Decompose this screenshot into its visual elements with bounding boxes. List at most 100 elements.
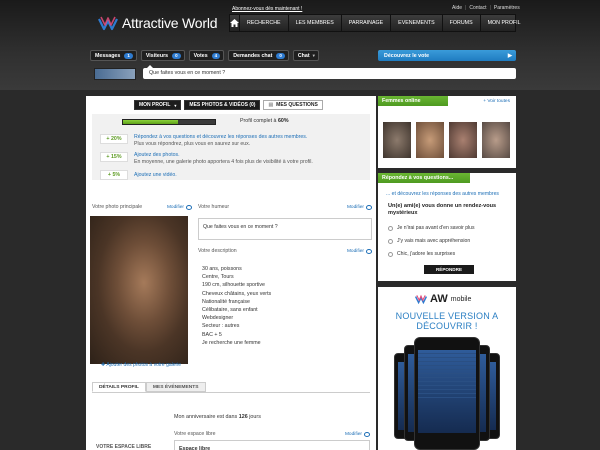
points-badge: + 15% (100, 152, 128, 162)
top-links: Aide | Contact | Paramètres (452, 5, 520, 11)
radio-button[interactable] (388, 238, 393, 244)
main-photo-heading: Votre photo principale (92, 204, 143, 210)
description-line: 190 cm, silhouette sportive (202, 282, 266, 289)
mood-section: Votre humeur Modifier Que faites vous en… (198, 204, 372, 254)
points-badge: + 5% (100, 170, 128, 180)
votes-counter[interactable]: Votes 4 (188, 50, 225, 61)
nav-members[interactable]: LES MEMBRES (289, 15, 342, 31)
tip-photos: Ajoutez des photos. En moyenne, une gale… (134, 152, 313, 165)
home-icon (230, 19, 239, 27)
description-list: 30 ans, poissons Centre, Tours 190 cm, s… (202, 265, 271, 347)
tip-link[interactable]: Ajoutez une vidéo. (134, 172, 177, 179)
question-panel: Répondez à vos questions... ... et décou… (378, 173, 516, 281)
refresh-icon (364, 431, 370, 437)
chat-button[interactable]: Chat ▾ (292, 50, 319, 61)
status-input[interactable]: Que faites vous en ce moment ? (143, 68, 516, 79)
description-line: Célibataire, sans enfant (202, 307, 258, 314)
nav-sponsorship[interactable]: PARRAINAGE (342, 15, 392, 31)
main-photo[interactable] (90, 216, 188, 364)
details-tabs: DÉTAILS PROFIL MES ÉVÉNEMENTS (92, 382, 206, 392)
mobile-ad-banner[interactable]: AW mobile NOUVELLE VERSION A DÉCOUVRIR ! (378, 287, 516, 450)
tip-link[interactable]: Répondez à vos questions et découvrez le… (134, 134, 307, 141)
logo-icon (415, 294, 427, 304)
description-line: Centre, Tours (202, 274, 234, 281)
completion-progress-fill (123, 120, 179, 124)
radio-button[interactable] (388, 251, 393, 257)
avatar[interactable] (94, 68, 136, 80)
refresh-icon (366, 248, 372, 254)
see-all-link[interactable]: + Voir toutes (483, 99, 510, 104)
description-line: Je recherche une femme (202, 339, 261, 346)
counter-bar: Messages 1 Visiteurs 0 Votes 4 Demandes cha… (90, 50, 319, 61)
nav-my-profile[interactable]: MON PROFIL (481, 15, 528, 31)
tab-my-questions[interactable]: ▤ MES QUESTIONS (263, 100, 323, 110)
member-thumbnail[interactable] (416, 122, 444, 158)
visitors-counter[interactable]: Visiteurs 0 (140, 50, 185, 61)
online-women-panel: Femmes online + Voir toutes (378, 96, 516, 168)
ad-headline: DÉCOUVRIR ! (416, 321, 478, 331)
mood-heading: Votre humeur (198, 204, 230, 210)
chevron-down-icon: ▾ (174, 102, 177, 108)
tab-my-events[interactable]: MES ÉVÉNEMENTS (145, 382, 206, 392)
birthday-info: Mon anniversaire est dans 126 jours (174, 414, 261, 420)
mood-text[interactable]: Que faites vous en ce moment ? (198, 218, 372, 240)
refresh-icon (366, 204, 372, 210)
description-heading: Votre description (198, 248, 237, 254)
reply-button[interactable]: RÉPONDRE (424, 265, 474, 274)
add-photos-link[interactable]: ✚ Ajouter des photos à votre galerie (101, 362, 181, 368)
tab-my-profile[interactable]: MON PROFIL ▾ (134, 100, 182, 110)
description-line: Nationalité française (202, 298, 250, 305)
chat-requests-counter[interactable]: Demandes chat 0 (228, 50, 289, 61)
free-space-label: VOTRE ESPACE LIBRE (96, 444, 152, 450)
nav-search[interactable]: RECHERCHE (240, 15, 289, 31)
member-thumbnail[interactable] (383, 122, 411, 158)
discover-vote-button[interactable]: Découvrez le vote ▶ (378, 50, 516, 61)
status-bar: Que faites vous en ce moment ? (90, 65, 516, 80)
nav-events[interactable]: EVENEMENTS (391, 15, 443, 31)
tip-sub: En moyenne, une galerie photo apportera … (134, 158, 313, 165)
description-line: Webdesigner (202, 315, 234, 322)
question-option[interactable]: Chic, j'adore les surprises (388, 251, 455, 257)
profile-panel: MON PROFIL ▾ MES PHOTOS & VIDÉOS (0) ▤ MES… (86, 96, 376, 450)
tip-video: Ajoutez une vidéo. (134, 172, 177, 179)
arrow-right-icon: ▶ (507, 52, 512, 59)
tab-photos-videos[interactable]: MES PHOTOS & VIDÉOS (0) (184, 100, 261, 110)
tip-questions: Répondez à vos questions et découvrez le… (134, 134, 307, 147)
brand-name: Attractive World (122, 15, 218, 31)
settings-link[interactable]: Paramètres (494, 5, 520, 11)
points-badge: + 20% (100, 134, 128, 144)
main-photo-section: Votre photo principale Modifier (92, 204, 192, 210)
question-text: Un(e) ami(e) vous donne un rendez-vous m… (388, 203, 497, 216)
logo-icon (98, 16, 118, 31)
modify-free-space-button[interactable]: Modifier (345, 431, 370, 437)
signup-link[interactable]: Abonnez-vous dès maintenant ! (232, 6, 302, 12)
home-button[interactable] (230, 15, 240, 31)
brand-logo[interactable]: Attractive World (98, 12, 218, 34)
tab-profile-details[interactable]: DÉTAILS PROFIL (92, 382, 146, 392)
help-link[interactable]: Aide (452, 5, 462, 11)
profile-tabs: MON PROFIL ▾ MES PHOTOS & VIDÉOS (0) ▤ MES… (134, 100, 323, 110)
main-nav: RECHERCHE LES MEMBRES PARRAINAGE EVENEME… (229, 14, 521, 32)
ad-headline: NOUVELLE VERSION A (395, 311, 499, 321)
radio-button[interactable] (388, 225, 393, 231)
modify-mood-button[interactable]: Modifier (347, 204, 372, 210)
member-thumbnail[interactable] (482, 122, 510, 158)
question-option[interactable]: Je n'irai pas avant d'en savoir plus (388, 225, 475, 231)
question-subheading: ... et découvrez les réponses des autres… (386, 191, 499, 197)
description-line: Cheveux châtains, yeux verts (202, 290, 272, 297)
refresh-icon (186, 204, 192, 210)
nav-forums[interactable]: FORUMS (443, 15, 481, 31)
modify-description-button[interactable]: Modifier (347, 248, 372, 254)
profile-completion: Profil complet à 60% + 20% Répondez à vo… (92, 114, 370, 180)
free-space-content[interactable]: Espace libre (174, 440, 370, 450)
member-thumbnail[interactable] (449, 122, 477, 158)
description-line: BAC + 5 (202, 331, 222, 338)
completion-progress (122, 119, 216, 125)
chevron-down-icon: ▾ (312, 52, 315, 58)
question-option[interactable]: J'y vais mais avec appréhension (388, 238, 470, 244)
votes-badge: 4 (211, 52, 221, 59)
contact-link[interactable]: Contact (469, 5, 486, 11)
site-header: Attractive World Abonnez-vous dès mainte… (0, 0, 600, 90)
messages-counter[interactable]: Messages 1 (90, 50, 137, 61)
modify-photo-button[interactable]: Modifier (167, 204, 192, 210)
